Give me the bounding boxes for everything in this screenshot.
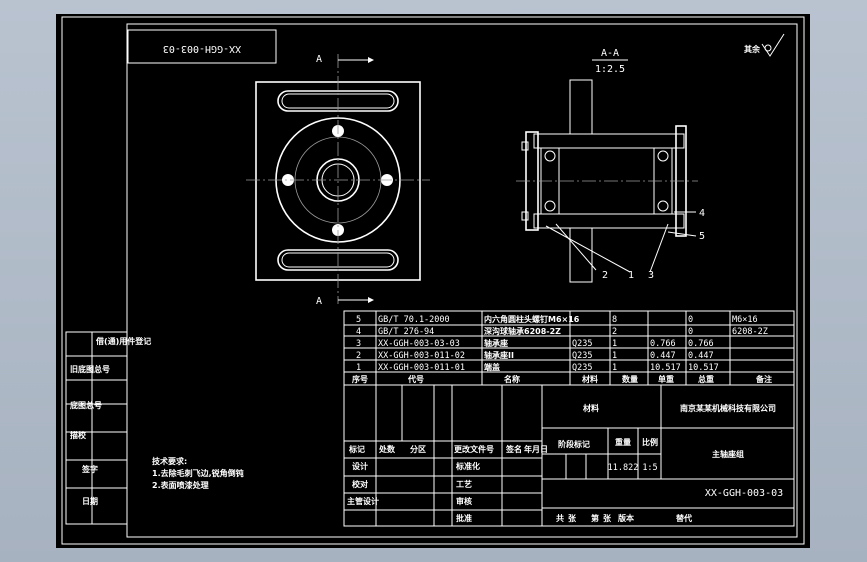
bottom-1: 张 <box>568 514 577 523</box>
bom-cell-unit_w: 0.447 <box>650 351 676 361</box>
bom-cell-name: 深沟球轴承6208-2Z <box>484 326 561 336</box>
bom-cell-qty: 1 <box>612 351 617 361</box>
bom-cell-total_w: 10.517 <box>688 363 719 373</box>
bom-header-cell: 总重 <box>698 374 714 384</box>
rev-label-2: 分区 <box>410 444 426 454</box>
margin-label-3: 底图总号 <box>69 400 102 410</box>
bom-header-cell: 备注 <box>755 374 772 384</box>
bom-cell-total_w: 0.766 <box>688 339 714 349</box>
bom-cell-unit_w: 10.517 <box>650 363 681 373</box>
drawing-number-rotated: XX-GGH-003-03 <box>163 43 241 54</box>
rev-label-0: 标记 <box>348 444 365 454</box>
drawing-sheet: XX-GGH-003-03 A A A-A 1:2.5 2 1 3 4 5 其余… <box>56 14 810 548</box>
bom-header-cell: 单重 <box>658 374 674 384</box>
bom-cell-material: Q235 <box>572 339 592 349</box>
bom-header-cell: 序号 <box>352 374 368 384</box>
margin-label-0: 借(通)用件登记 <box>95 336 151 346</box>
role2-3: 批准 <box>456 513 472 523</box>
section-marker-top: A <box>316 54 322 65</box>
tb-stage-label: 阶段标记 <box>558 439 590 449</box>
bom-cell-no: 2 <box>356 351 361 361</box>
tb-part-name: 主轴座组 <box>712 449 744 459</box>
balloon-4: 4 <box>699 208 705 219</box>
balloon-2: 2 <box>602 270 608 281</box>
bom-cell-code: XX-GGH-003-011-02 <box>378 351 465 361</box>
bottom-4: 版本 <box>617 513 634 523</box>
bom-cell-qty: 1 <box>612 363 617 373</box>
left-margin-table <box>65 331 128 525</box>
bom-cell-material: Q235 <box>572 363 592 373</box>
margin-label-6: 旧底图总号 <box>70 364 110 374</box>
bom-cell-unit_w: 0.766 <box>650 339 676 349</box>
bom-cell-code: XX-GGH-003-03-03 <box>378 339 460 349</box>
tech-req-title: 技术要求: <box>152 456 187 466</box>
tech-req-1: 1.去除毛刺飞边,锐角倒钝 <box>152 468 244 478</box>
tb-company: 南京某某机械科技有限公司 <box>680 403 776 413</box>
balloon-5: 5 <box>699 231 705 242</box>
bottom-3: 张 <box>603 514 612 523</box>
role2-0: 标准化 <box>455 461 480 471</box>
tb-material: 材料 <box>583 403 599 413</box>
bom-cell-code: GB/T 70.1-2000 <box>378 315 450 325</box>
tb-weight-label: 重量 <box>615 437 631 447</box>
bom-cell-no: 5 <box>356 315 361 325</box>
rev-label-5: 年月日 <box>524 444 548 454</box>
margin-label-2: 描校 <box>70 430 87 440</box>
tb-weight: 11.822 <box>608 463 639 473</box>
bottom-5: 替代 <box>676 513 692 523</box>
bom-cell-total_w: 0 <box>688 315 693 325</box>
bom-cell-total_w: 0 <box>688 327 693 337</box>
bom-header-cell: 材料 <box>582 374 598 384</box>
bom-cell-qty: 2 <box>612 327 617 337</box>
bom-cell-no: 4 <box>356 327 361 337</box>
rev-label-3: 更改文件号 <box>454 444 494 454</box>
bom-cell-note: M6×16 <box>732 315 758 325</box>
front-view <box>246 54 430 304</box>
bom-cell-material: Q235 <box>572 351 592 361</box>
rev-label-4: 签名 <box>505 444 522 454</box>
tb-drawing-number: XX-GGH-003-03 <box>705 488 783 499</box>
bom-cell-code: XX-GGH-003-011-01 <box>378 363 465 373</box>
bom-header-cell: 代号 <box>407 374 424 384</box>
bom-header-cell: 数量 <box>622 374 638 384</box>
rev-label-1: 处数 <box>378 444 396 454</box>
tb-scale: 1:5 <box>642 463 657 473</box>
roughness-label: 其余 <box>744 44 761 54</box>
bom-cell-code: GB/T 276-94 <box>378 327 434 337</box>
bom-cell-no: 1 <box>356 363 361 373</box>
bom-cell-total_w: 0.447 <box>688 351 714 361</box>
section-label: A-A <box>601 48 619 59</box>
bottom-2: 第 <box>591 513 599 523</box>
bom-cell-no: 3 <box>356 339 361 349</box>
bom-cell-name: 轴承座II <box>484 350 514 360</box>
bom-cell-name: 内六角圆柱头螺钉M6×16 <box>484 314 580 324</box>
bom-cell-name: 端盖 <box>484 362 500 372</box>
bom-header-cell: 名称 <box>504 374 520 384</box>
bottom-0: 共 <box>556 513 564 523</box>
roughness-icon <box>761 33 785 57</box>
role-1: 校对 <box>352 479 368 489</box>
margin-label-4: 签字 <box>81 464 98 474</box>
balloon-3: 3 <box>648 270 654 281</box>
margin-label-5: 日期 <box>82 496 98 506</box>
tech-req-2: 2.表面喷漆处理 <box>152 480 209 490</box>
bom-cell-note: 6208-2Z <box>732 327 768 337</box>
section-view <box>516 79 698 283</box>
inner-frame <box>126 23 798 538</box>
tb-scale-label: 比例 <box>642 437 658 447</box>
cad-drawing: XX-GGH-003-03 A A A-A 1:2.5 2 1 3 4 5 其余… <box>61 16 805 545</box>
section-marker-bottom: A <box>316 296 322 307</box>
role2-1: 工艺 <box>456 479 472 489</box>
role-2: 主管设计 <box>347 496 379 506</box>
role2-2: 审核 <box>456 496 472 506</box>
role-0: 设计 <box>352 461 368 471</box>
bom-cell-qty: 1 <box>612 339 617 349</box>
bom-cell-name: 轴承座 <box>484 338 508 348</box>
section-scale: 1:2.5 <box>595 64 625 75</box>
balloon-1: 1 <box>628 270 634 281</box>
bom-cell-qty: 8 <box>612 315 617 325</box>
